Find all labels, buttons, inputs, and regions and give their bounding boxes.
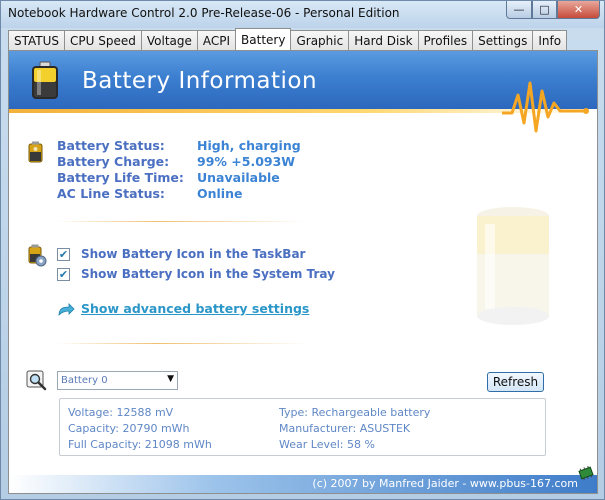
tray-icon-label: Show Battery Icon in the System Tray xyxy=(81,267,335,281)
battery-select-value: Battery 0 xyxy=(61,375,108,386)
taskbar-icon-checkbox[interactable]: ✔ xyxy=(57,247,70,261)
copyright-text: (c) 2007 by Manfred Jaider - www.pbus-16… xyxy=(312,477,578,490)
maximize-button[interactable]: □ xyxy=(532,1,557,19)
taskbar-icon-option[interactable]: ✔ Show Battery Icon in the TaskBar xyxy=(57,247,305,261)
battery-status-label: Battery Status: xyxy=(57,138,165,153)
pulse-wave-icon xyxy=(502,81,589,133)
battery-select[interactable]: Battery 0 ▼ xyxy=(57,371,178,390)
check-icon: ✔ xyxy=(58,267,69,281)
full-capacity-detail: Full Capacity: 21098 mWh xyxy=(68,438,212,451)
capacity-detail: Capacity: 20790 mWh xyxy=(68,422,190,435)
battery-life-value: Unavailable xyxy=(197,170,280,185)
tab-strip: STATUS CPU Speed Voltage ACPI Battery Gr… xyxy=(8,28,568,50)
tab-settings[interactable]: Settings xyxy=(472,30,534,50)
maximize-icon: □ xyxy=(539,3,550,16)
battery-status-list: Battery Status: High, charging Battery C… xyxy=(57,138,301,202)
wear-level-detail: Wear Level: 58 % xyxy=(279,438,375,451)
tab-info[interactable]: Info xyxy=(532,30,568,50)
minimize-button[interactable]: — xyxy=(506,1,532,19)
tab-status[interactable]: STATUS xyxy=(8,30,66,50)
voltage-detail: Voltage: 12588 mV xyxy=(68,406,174,419)
battery-settings-icon xyxy=(28,244,47,267)
refresh-button[interactable]: Refresh xyxy=(487,372,544,392)
title-bar[interactable]: Notebook Hardware Control 2.0 Pre-Releas… xyxy=(1,1,604,28)
chip-icon xyxy=(578,466,594,480)
tray-icon-checkbox[interactable]: ✔ xyxy=(57,267,70,281)
ac-line-label: AC Line Status: xyxy=(57,186,165,201)
arrow-link-icon xyxy=(58,303,75,316)
type-detail: Type: Rechargeable battery xyxy=(279,406,431,419)
tab-voltage[interactable]: Voltage xyxy=(140,30,198,50)
window-title: Notebook Hardware Control 2.0 Pre-Releas… xyxy=(8,6,400,20)
close-icon: ✕ xyxy=(573,3,584,16)
tab-acpi[interactable]: ACPI xyxy=(196,30,237,50)
status-row: AC Line Status: Online xyxy=(57,186,301,202)
tab-graphic[interactable]: Graphic xyxy=(290,30,350,50)
advanced-battery-settings-link[interactable]: Show advanced battery settings xyxy=(81,301,309,316)
battery-charge-label: Battery Charge: xyxy=(57,154,170,169)
magnifier-icon xyxy=(26,370,47,391)
status-row: Battery Charge: 99% +5.093W xyxy=(57,154,301,170)
tray-icon-option[interactable]: ✔ Show Battery Icon in the System Tray xyxy=(57,267,335,281)
battery-charge-value: 99% +5.093W xyxy=(197,154,296,169)
tab-profiles[interactable]: Profiles xyxy=(417,30,474,50)
ac-line-value: Online xyxy=(197,186,243,201)
status-row: Battery Status: High, charging xyxy=(57,138,301,154)
minimize-icon: — xyxy=(513,3,525,16)
battery-icon xyxy=(32,61,58,99)
tab-hard-disk[interactable]: Hard Disk xyxy=(348,30,419,50)
battery-status-icon xyxy=(28,141,43,163)
battery-panel: Battery Information Battery Status: High… xyxy=(8,50,598,494)
battery-life-label: Battery Life Time: xyxy=(57,170,184,185)
dropdown-arrow-icon[interactable]: ▼ xyxy=(167,374,174,384)
battery-status-value: High, charging xyxy=(197,138,301,153)
battery-watermark-icon xyxy=(477,207,549,325)
tab-cpu-speed[interactable]: CPU Speed xyxy=(64,30,142,50)
divider xyxy=(57,343,307,344)
status-row: Battery Life Time: Unavailable xyxy=(57,170,301,186)
close-button[interactable]: ✕ xyxy=(557,1,600,19)
page-title: Battery Information xyxy=(82,68,318,94)
tab-battery[interactable]: Battery xyxy=(235,28,292,50)
battery-details-box: Voltage: 12588 mV Capacity: 20790 mWh Fu… xyxy=(59,398,546,456)
app-window: Notebook Hardware Control 2.0 Pre-Releas… xyxy=(0,0,605,500)
taskbar-icon-label: Show Battery Icon in the TaskBar xyxy=(81,247,306,261)
manufacturer-detail: Manufacturer: ASUSTEK xyxy=(279,422,411,435)
check-icon: ✔ xyxy=(58,247,69,261)
divider xyxy=(57,221,307,222)
footer-bar: (c) 2007 by Manfred Jaider - www.pbus-16… xyxy=(9,475,597,493)
